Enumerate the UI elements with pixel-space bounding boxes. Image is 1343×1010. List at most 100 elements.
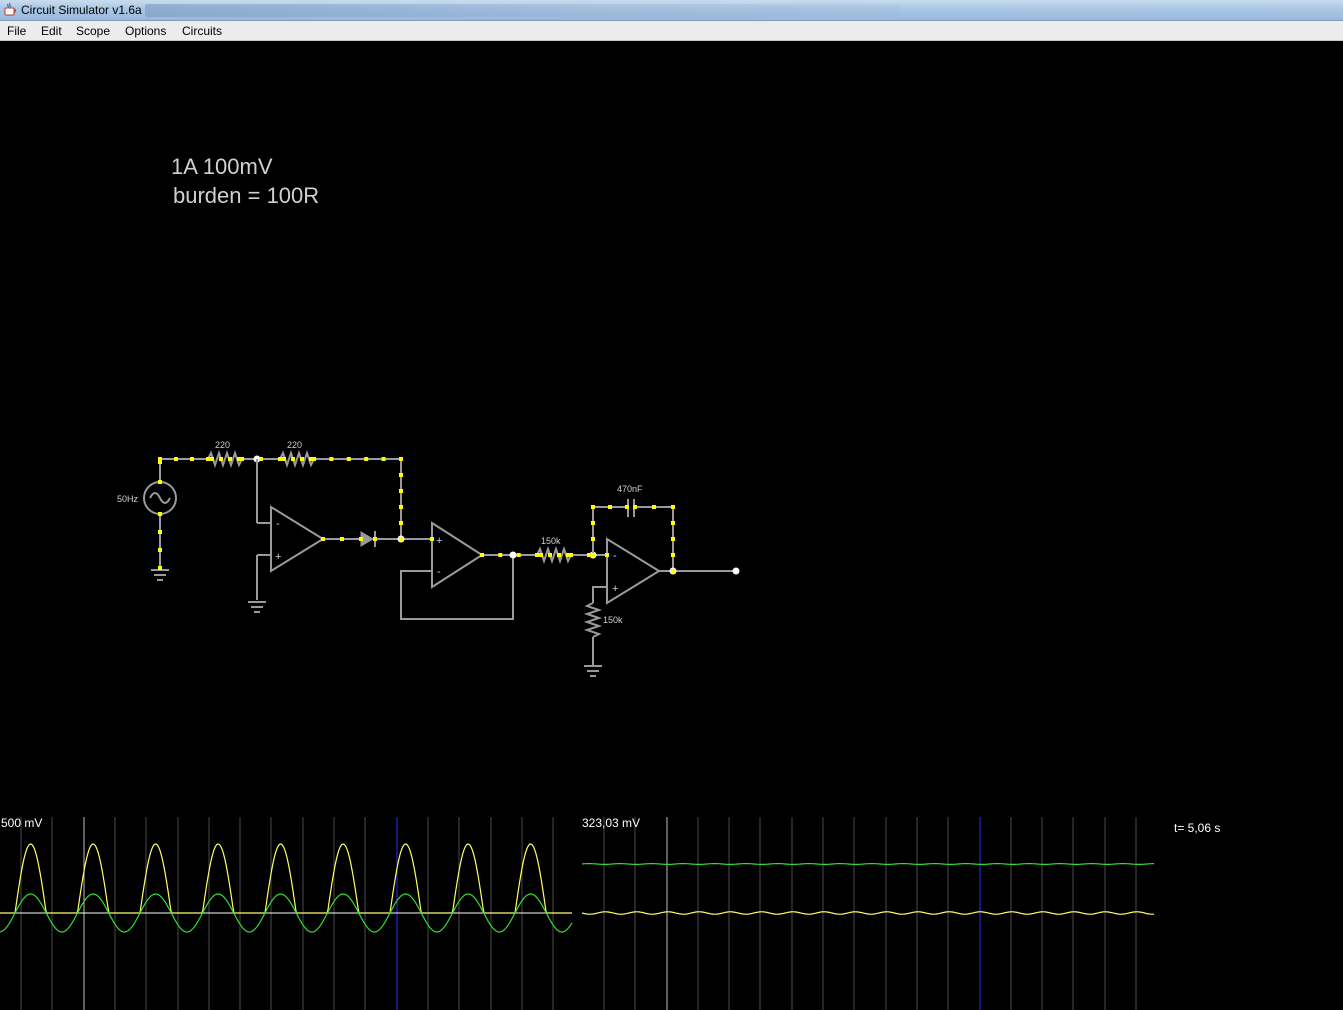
note-line1[interactable]: 1A 100mV xyxy=(171,154,273,179)
opamp-1-plus: + xyxy=(275,551,281,563)
current-dot xyxy=(671,537,675,541)
current-dot xyxy=(219,457,223,461)
scope-right[interactable]: 323,03 mV xyxy=(581,816,1155,1010)
current-dot xyxy=(671,505,675,509)
scope-right-label: 323,03 mV xyxy=(582,816,640,830)
current-dot xyxy=(158,566,162,570)
current-dot xyxy=(373,537,377,541)
resistor-3[interactable]: 150k xyxy=(536,536,572,565)
current-dot xyxy=(321,537,325,541)
current-dot xyxy=(480,553,484,557)
resistor-4[interactable]: 150k xyxy=(583,602,623,638)
menu-circuits[interactable]: Circuits xyxy=(182,24,222,38)
current-dot xyxy=(158,530,162,534)
current-dot xyxy=(608,505,612,509)
current-dot xyxy=(291,457,295,461)
current-dot xyxy=(399,537,403,541)
current-dot xyxy=(158,480,162,484)
diode[interactable] xyxy=(360,531,376,547)
resistor-1-label: 220 xyxy=(215,440,230,450)
node[interactable] xyxy=(509,551,517,559)
resistor-2-label: 220 xyxy=(287,440,302,450)
capacitor[interactable]: 470nF xyxy=(617,484,643,517)
current-dot xyxy=(539,553,543,557)
current-dot xyxy=(364,457,369,461)
scope-right-trace-yellow xyxy=(581,911,1155,915)
current-dot xyxy=(346,457,351,461)
opamp-1-minus: - xyxy=(276,518,280,530)
scope-left-trace-yellow xyxy=(0,843,572,914)
current-dot xyxy=(566,553,570,557)
current-dot xyxy=(399,521,403,525)
source-label: 50Hz xyxy=(117,494,139,504)
current-dot xyxy=(309,457,313,461)
current-dot xyxy=(557,553,561,557)
current-dot xyxy=(498,553,503,557)
ground-symbol-3 xyxy=(584,665,602,677)
current-dot xyxy=(591,553,595,557)
output-terminal[interactable] xyxy=(732,567,740,575)
current-dot xyxy=(190,457,194,461)
opamp-3-plus: + xyxy=(612,583,618,595)
ground-symbol-2 xyxy=(248,601,266,613)
ac-source[interactable]: 50Hz xyxy=(117,481,177,515)
menu-options[interactable]: Options xyxy=(125,24,166,38)
wire[interactable] xyxy=(400,555,514,620)
current-dot xyxy=(359,537,363,541)
opamp-2[interactable]: + - xyxy=(431,521,484,589)
current-dot xyxy=(228,457,232,461)
menu-edit[interactable]: Edit xyxy=(41,24,62,38)
ground-symbol-1 xyxy=(151,569,169,581)
current-dot xyxy=(237,457,241,461)
opamp-2-minus: - xyxy=(437,566,441,578)
scope-left-label: 500 mV xyxy=(1,816,42,830)
capacitor-label: 470nF xyxy=(617,484,643,494)
current-dot xyxy=(605,553,609,557)
opamp-1[interactable]: - + xyxy=(270,505,325,573)
window-title: Circuit Simulator v1.6a xyxy=(21,3,142,17)
opamp-2-plus: + xyxy=(436,535,442,547)
current-dot xyxy=(591,537,595,541)
scope-left[interactable]: 500 mV xyxy=(0,816,573,1010)
resistor-4-label: 150k xyxy=(603,615,623,625)
resistor-1[interactable]: 220 xyxy=(207,440,243,469)
opamp-3[interactable]: - + xyxy=(606,537,661,605)
current-dot xyxy=(174,457,178,461)
current-dot xyxy=(671,521,675,525)
current-dot xyxy=(282,457,286,461)
wire[interactable] xyxy=(635,506,674,571)
current-dot xyxy=(587,553,591,557)
opamp-3-minus: - xyxy=(613,550,617,562)
resistor-3-label: 150k xyxy=(541,536,561,546)
current-dot xyxy=(329,457,334,461)
current-dot xyxy=(399,489,403,493)
current-dot xyxy=(625,505,629,509)
menu-scope[interactable]: Scope xyxy=(76,24,110,38)
current-dot xyxy=(671,553,675,557)
current-dot xyxy=(206,457,210,461)
resistor-2[interactable]: 220 xyxy=(279,440,315,469)
current-dot xyxy=(381,457,386,461)
current-dot xyxy=(652,505,656,509)
current-dot xyxy=(535,553,539,557)
menu-bar: File Edit Scope Options Circuits xyxy=(0,21,1343,41)
current-dot xyxy=(671,569,675,573)
current-dot xyxy=(259,457,263,461)
circuit-svg[interactable]: 1A 100mV burden = 100R 50Hz 220 220 - + … xyxy=(0,41,1343,1010)
current-dot xyxy=(430,537,434,541)
current-dot xyxy=(158,512,162,516)
note-line2[interactable]: burden = 100R xyxy=(173,183,319,208)
current-dot xyxy=(548,553,552,557)
current-dot xyxy=(633,505,637,509)
current-dot xyxy=(340,537,344,541)
menu-file[interactable]: File xyxy=(7,24,26,38)
time-label: t= 5,06 s xyxy=(1174,821,1220,835)
wire[interactable] xyxy=(592,586,607,603)
title-path-blurred xyxy=(145,4,900,17)
current-dot xyxy=(300,457,304,461)
current-dot xyxy=(591,505,595,509)
circuit-canvas[interactable]: 1A 100mV burden = 100R 50Hz 220 220 - + … xyxy=(0,41,1343,1010)
current-dot xyxy=(210,457,214,461)
current-dot xyxy=(399,473,403,477)
current-dot xyxy=(591,521,595,525)
